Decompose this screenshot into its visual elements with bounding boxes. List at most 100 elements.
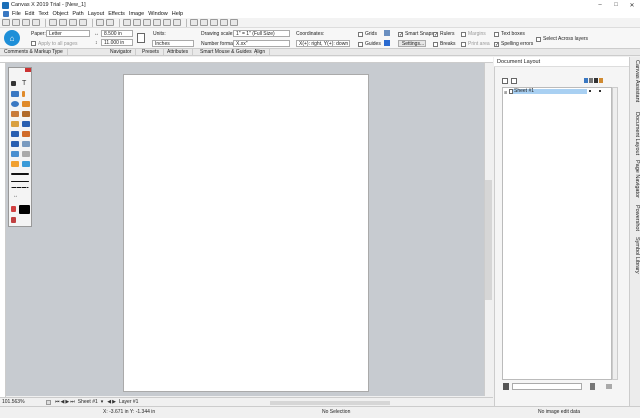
rectangle-tool-icon[interactable] <box>11 91 19 97</box>
menu-object[interactable]: Object <box>52 11 68 17</box>
side-tab-symbol-library[interactable]: Symbol Library <box>630 237 640 274</box>
tab-type[interactable]: Type <box>48 49 68 56</box>
select-across-layers-checkbox[interactable] <box>536 36 541 42</box>
prev-sheet-icon[interactable]: ◀ <box>61 399 65 405</box>
document-page[interactable] <box>123 74 369 392</box>
brush-tool-icon[interactable] <box>22 111 30 117</box>
drawing-scale-select[interactable]: 1" = 1" (Full Size) <box>233 30 290 37</box>
menu-window[interactable]: Window <box>148 11 168 17</box>
binoculars-icon[interactable] <box>503 383 509 390</box>
text-boxes-option[interactable]: Text boxes <box>494 31 525 37</box>
guide-color-swatch[interactable] <box>384 40 390 46</box>
line-tool-icon[interactable] <box>22 91 25 97</box>
menu-file[interactable]: File <box>12 11 21 17</box>
menu-layout[interactable]: Layout <box>88 11 105 17</box>
prev-layer-icon[interactable]: ◀ <box>107 399 111 405</box>
print-dot[interactable] <box>599 90 601 92</box>
oval-tool-icon[interactable] <box>11 101 19 107</box>
horizontal-scroll-thumb[interactable] <box>270 401 390 405</box>
print-area-option[interactable]: Print area <box>461 41 490 47</box>
ungroup-icon[interactable] <box>133 19 141 26</box>
fill-tool-icon[interactable] <box>11 131 19 137</box>
layer-indicator[interactable]: Layer #1 <box>119 399 138 405</box>
grids-checkbox[interactable] <box>358 31 363 37</box>
stroke-style-dashed[interactable] <box>11 187 29 188</box>
rotate-icon[interactable] <box>210 19 218 26</box>
stroke-weight-thin[interactable] <box>11 181 29 182</box>
side-tab-canvas-assistant[interactable]: Canvas Assistant <box>630 60 640 102</box>
sheet-search-input[interactable] <box>512 383 582 390</box>
menu-edit[interactable]: Edit <box>25 11 34 17</box>
paper-select[interactable]: Letter <box>46 30 90 37</box>
print-icon[interactable] <box>32 19 40 26</box>
margins-option[interactable]: Margins <box>461 31 486 37</box>
menu-effects[interactable]: Effects <box>108 11 125 17</box>
zoom-tool-icon[interactable] <box>22 151 30 157</box>
zoom-icon[interactable] <box>190 19 198 26</box>
spelling-errors-option[interactable]: Spelling errors <box>494 41 533 47</box>
sheet-dropdown-icon[interactable]: ▾ <box>101 399 104 405</box>
trash-icon[interactable] <box>590 383 595 390</box>
eye-icon[interactable] <box>584 78 588 83</box>
grid-color-swatch[interactable] <box>384 30 390 36</box>
side-tab-powershot[interactable]: Powershot <box>630 205 640 231</box>
visible-dot[interactable] <box>589 90 591 92</box>
guides-checkbox[interactable] <box>358 41 363 47</box>
maximize-button[interactable]: □ <box>608 0 624 10</box>
panel-menu-icon[interactable] <box>606 384 612 389</box>
stroke-weight-thick[interactable] <box>11 173 29 175</box>
smart-snaps-option[interactable]: Smart Snaps <box>398 31 434 37</box>
marker-tool-icon[interactable] <box>22 131 30 137</box>
delete-icon[interactable] <box>79 19 87 26</box>
copy-icon[interactable] <box>59 19 67 26</box>
width-field[interactable]: 8.500 in <box>101 30 133 37</box>
blend-tool-icon[interactable] <box>22 141 30 147</box>
smart-mouse-icon[interactable] <box>11 121 19 127</box>
tab-smart-mouse-guides[interactable]: Smart Mouse & Guides <box>196 49 257 56</box>
number-format-select[interactable]: X.xx" <box>233 40 290 47</box>
group-icon[interactable] <box>123 19 131 26</box>
menu-help[interactable]: Help <box>172 11 183 17</box>
close-button[interactable]: ✕ <box>624 0 640 10</box>
breaks-checkbox[interactable] <box>433 41 438 47</box>
text-tool-icon[interactable]: T <box>22 80 30 87</box>
hand-icon[interactable] <box>200 19 208 26</box>
text-boxes-checkbox[interactable] <box>494 31 499 37</box>
grid-icon[interactable] <box>220 19 228 26</box>
next-sheet-icon[interactable]: ▶ <box>65 399 69 405</box>
sheet-list[interactable] <box>502 87 612 380</box>
page-orientation-icon[interactable] <box>137 33 145 43</box>
undo-icon[interactable] <box>96 19 104 26</box>
sheet-indicator[interactable]: Sheet #1 <box>78 399 100 405</box>
redo-icon[interactable] <box>106 19 114 26</box>
select-across-layers-option[interactable]: Select Across layers <box>536 36 588 42</box>
tab-navigator[interactable]: Navigator <box>106 49 137 56</box>
fill-color-swatch[interactable] <box>19 205 30 214</box>
minimize-button[interactable]: – <box>592 0 608 10</box>
arrowhead-icon[interactable]: ↔ <box>13 194 27 199</box>
sheet-name[interactable]: Sheet #1 <box>513 89 587 94</box>
side-tab-page-navigator[interactable]: Page Navigator <box>630 160 640 198</box>
rulers-option[interactable]: Rulers <box>433 31 454 37</box>
pen-color-icon[interactable] <box>11 206 16 212</box>
unlock-icon[interactable] <box>173 19 181 26</box>
toolbox-close-icon[interactable] <box>25 68 31 72</box>
color-icon[interactable] <box>599 78 603 83</box>
grids-option[interactable]: Grids <box>358 31 377 37</box>
print-icon[interactable] <box>594 78 598 83</box>
margins-checkbox[interactable] <box>461 31 466 37</box>
menu-image[interactable]: Image <box>129 11 144 17</box>
copy-sheet-icon[interactable] <box>511 78 517 84</box>
spelling-errors-checkbox[interactable] <box>494 41 499 47</box>
tab-presets[interactable]: Presets <box>138 49 164 56</box>
selection-tool-icon[interactable] <box>11 81 16 86</box>
pencil-icon[interactable] <box>589 78 593 83</box>
ruler-icon[interactable] <box>230 19 238 26</box>
units-select[interactable]: Inches <box>152 40 194 47</box>
paint-bucket-icon[interactable] <box>11 217 16 223</box>
save-icon[interactable] <box>22 19 30 26</box>
settings-button[interactable]: Settings... <box>398 40 426 47</box>
pencil-tool-icon[interactable] <box>22 101 30 107</box>
menu-text[interactable]: Text <box>38 11 48 17</box>
new-file-icon[interactable] <box>2 19 10 26</box>
